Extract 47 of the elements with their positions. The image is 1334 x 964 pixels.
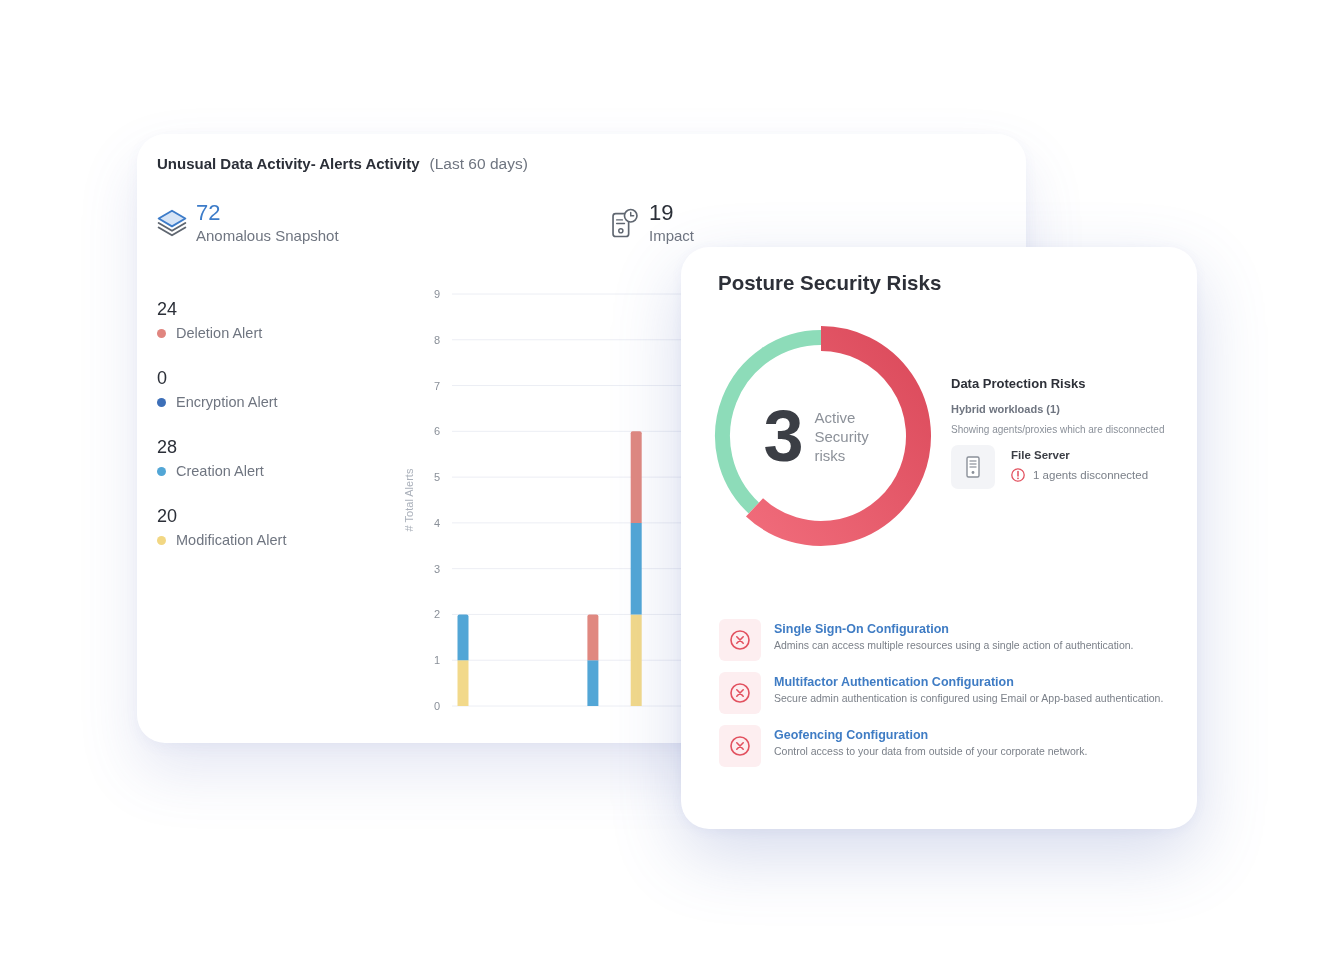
alert-label: Modification Alert <box>176 531 287 550</box>
server-icon <box>951 445 995 489</box>
alert-label: Encryption Alert <box>176 393 278 412</box>
chart-bar <box>587 614 599 661</box>
document-clock-icon <box>612 208 638 238</box>
section-subtitle: Hybrid workloads (1) <box>951 402 1061 417</box>
check-description: Control access to your data from outside of your corporate network. <box>774 744 1088 758</box>
card-title: Posture Security Risks <box>718 270 943 296</box>
chart-bar <box>457 614 469 661</box>
card-title: Unusual Data Activity- Alerts Activity <box>157 154 420 174</box>
alert-label: Deletion Alert <box>176 324 263 343</box>
stat-value: 72 <box>196 200 222 226</box>
section-note: Showing agents/proxies which are disconnected <box>951 423 1165 437</box>
check-link[interactable]: Geofencing Configuration <box>774 727 929 743</box>
check-link[interactable]: Multifactor Authentication Configuration <box>774 674 1014 690</box>
axis-tick-label: 4 <box>433 516 440 529</box>
period-label: (Last 60 days) <box>429 154 528 174</box>
resource-name: File Server <box>1011 448 1071 463</box>
axis-tick-label: 2 <box>433 608 440 621</box>
alert-count: 28 <box>157 436 179 459</box>
chart-bar <box>587 660 599 706</box>
axis-tick-label: 9 <box>433 288 440 300</box>
alert-count: 24 <box>157 298 179 321</box>
risk-count: 3 <box>763 408 804 464</box>
axis-tick-label: 5 <box>433 471 440 484</box>
axis-tick-label: 3 <box>433 562 440 575</box>
stat-label: Impact <box>649 226 694 246</box>
axis-title: # Total Alerts <box>403 468 415 532</box>
layers-icon <box>157 209 187 237</box>
risk-label: Active Security risks <box>814 407 870 465</box>
exclamation-circle-icon <box>1011 468 1025 482</box>
axis-tick-label: 6 <box>433 425 440 438</box>
stat-value: 19 <box>649 200 675 226</box>
alert-label: Creation Alert <box>176 462 264 481</box>
check-link[interactable]: Single Sign-On Configuration <box>774 621 949 637</box>
check-description: Secure admin authentication is configured using Email or App-based authentication. <box>774 691 1164 705</box>
resource-status: 1 agents disconnected <box>1033 468 1149 483</box>
axis-tick-label: 0 <box>433 700 440 712</box>
section-title: Data Protection Risks <box>951 375 1087 392</box>
alert-count: 20 <box>157 505 179 528</box>
stat-label: Anomalous Snapshot <box>196 226 339 246</box>
axis-tick-label: 7 <box>433 379 440 392</box>
alert-count: 0 <box>157 367 168 390</box>
axis-tick-label: 8 <box>433 333 440 346</box>
check-description: Admins can access multiple resources using a single action of authentication. <box>774 638 1134 652</box>
axis-tick-label: 1 <box>433 654 440 667</box>
chart-bar <box>457 660 469 706</box>
